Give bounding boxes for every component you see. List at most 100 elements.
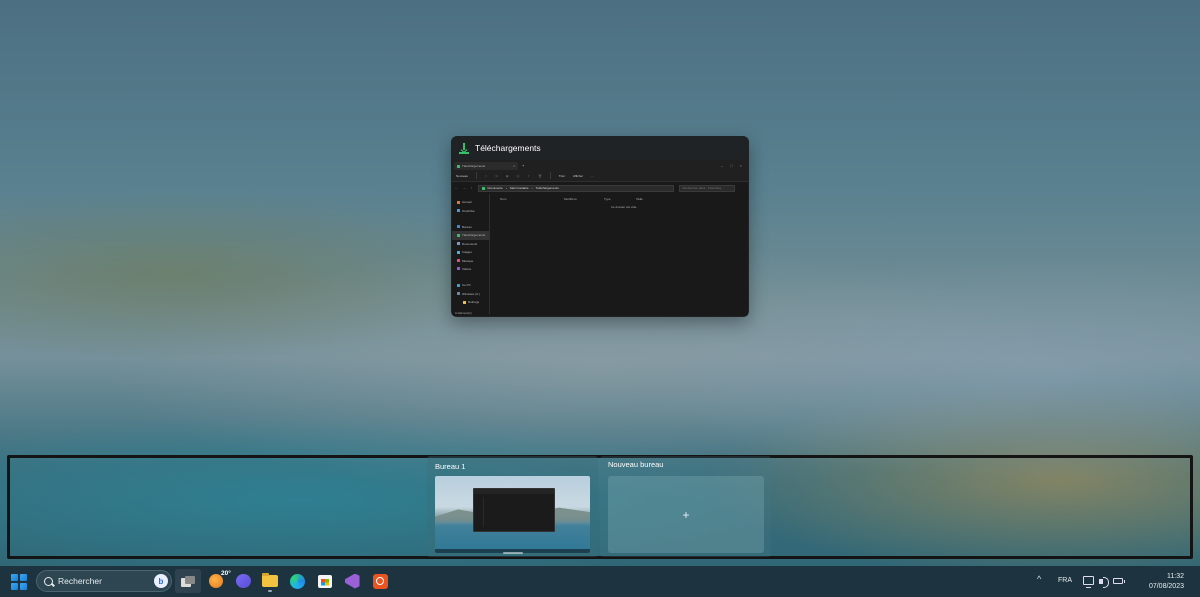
toolbar-separator [476, 172, 478, 179]
cut-icon: ✂ [485, 173, 488, 178]
breadcrumb-item: Téléchargements [535, 186, 559, 190]
explorer-nav-pane: Accueil OneDrive Bureau Téléchargements … [452, 194, 490, 314]
home-icon [457, 200, 460, 204]
desktop-drag-handle[interactable] [503, 552, 523, 554]
document-icon [457, 242, 460, 246]
breadcrumb-item: Saint Geslaire [509, 186, 529, 190]
nav-item-home: Accueil [452, 198, 489, 206]
store-icon [318, 574, 332, 588]
column-type: Type [604, 197, 611, 201]
battery-icon[interactable] [1113, 578, 1125, 584]
nav-item-label: Téléchargements [462, 233, 486, 238]
nav-item-label: Documents [462, 241, 478, 246]
weather-widget-button[interactable]: 20° [203, 569, 231, 593]
folder-icon [262, 573, 278, 587]
explorer-search-field: Rechercher dans : Télécharg... [678, 184, 735, 192]
cloud-icon [457, 209, 460, 213]
new-button: Nouveau [456, 173, 469, 178]
window-preview-title: Téléchargements [475, 143, 541, 153]
nav-item-label: Ce PC [462, 283, 471, 288]
explorer-window-preview[interactable]: Téléchargements Téléchargements × + – □ … [451, 136, 749, 317]
toolbar-separator [549, 172, 551, 179]
drive-icon [457, 292, 460, 296]
volume-icon[interactable] [1099, 577, 1109, 588]
nav-item-label: OneDrive [462, 208, 475, 213]
window-preview-header: Téléchargements [451, 136, 749, 160]
picture-icon [457, 250, 460, 254]
explorer-tabbar: Téléchargements × + – □ × [452, 160, 748, 170]
view-button: Afficher [572, 173, 584, 178]
download-icon [457, 164, 460, 168]
weather-icon: 20° [209, 570, 231, 588]
empty-folder-message: Ce dossier est vide. [610, 205, 638, 209]
desktop-1-thumbnail[interactable]: Bureau 1 [427, 456, 598, 557]
breadcrumb-separator: › [531, 186, 533, 190]
explorer-address-row: ← → ↑ Documents › Saint Geslaire › Téléc… [452, 182, 748, 194]
close-icon: × [739, 163, 742, 168]
explorer-file-list: Nom Modifié le Type Taille Ce dossier es… [490, 194, 748, 314]
computer-icon [457, 283, 460, 287]
ubuntu-icon [372, 573, 388, 589]
nav-item-desktop: Bureau [452, 223, 489, 231]
nav-item-downloads: Téléchargements [452, 231, 489, 240]
close-tab-icon: × [513, 164, 515, 168]
store-button[interactable] [312, 569, 338, 593]
ubuntu-button[interactable] [367, 569, 393, 593]
explorer-body: Accueil OneDrive Bureau Téléchargements … [452, 194, 748, 314]
new-desktop-button[interactable]: + [608, 476, 764, 553]
breadcrumb-item: Documents [487, 186, 503, 190]
clock-time: 11:32 [1167, 573, 1184, 580]
file-list-header: Nom Modifié le Type Taille [500, 196, 748, 202]
chat-app-button[interactable] [230, 569, 256, 593]
start-button[interactable] [11, 574, 27, 590]
chat-icon [235, 574, 251, 588]
network-icon[interactable] [1083, 576, 1094, 588]
task-view-button[interactable] [175, 569, 201, 593]
rename-icon: Ⓐ [516, 173, 520, 178]
desktop-1-label: Bureau 1 [435, 462, 466, 471]
breadcrumb-separator: › [505, 186, 507, 190]
download-icon [481, 186, 485, 190]
search-placeholder: Rechercher [58, 576, 102, 586]
music-icon [457, 259, 460, 263]
share-icon: ⇪ [527, 173, 531, 178]
taskbar-clock[interactable]: 11:32 07/08/2023 [1144, 572, 1184, 592]
mini-window-sidebar [474, 497, 484, 527]
explorer-tab: Téléchargements × [454, 162, 518, 170]
show-hidden-icons-chevron-icon[interactable]: ^ [1037, 574, 1049, 586]
input-language-indicator[interactable]: FRA [1058, 577, 1072, 584]
delete-icon: 🗑 [538, 173, 542, 178]
paste-icon: ▣ [505, 173, 509, 178]
nav-item-label: Bureau [462, 224, 472, 229]
task-view-icon [181, 575, 195, 587]
file-explorer-button[interactable] [257, 569, 283, 593]
new-desktop-tile[interactable]: Nouveau bureau + [600, 456, 771, 557]
nav-item-label: Vidéos [462, 266, 472, 271]
windows-logo-tile [19, 574, 27, 581]
explorer-tab-label: Téléchargements [462, 164, 486, 168]
nav-item-documents: Documents [452, 240, 489, 248]
address-bar: Documents › Saint Geslaire › Téléchargem… [477, 184, 674, 192]
nav-item-onedrive: OneDrive [452, 206, 489, 214]
windows-logo-tile [11, 574, 18, 581]
windows-logo-tile [19, 582, 27, 590]
copy-icon: ⧉ [495, 173, 498, 178]
edge-button[interactable] [284, 569, 310, 593]
taskbar-search-box[interactable]: Rechercher b [36, 570, 172, 592]
sort-button: Trier [558, 173, 565, 178]
explorer-toolbar: Nouveau ✂ ⧉ ▣ Ⓐ ⇪ 🗑 Trier Afficher ··· [452, 170, 748, 182]
mini-window-titlebar [474, 489, 554, 494]
back-icon: ← [455, 186, 458, 190]
download-icon [459, 142, 469, 154]
nav-item-label: Ruthogs [468, 300, 480, 305]
column-size: Taille [636, 197, 643, 201]
nav-item-videos: Vidéos [452, 265, 489, 273]
visual-studio-button[interactable] [339, 569, 365, 593]
plus-icon: + [682, 507, 690, 522]
window-controls: – □ × [721, 163, 742, 168]
nav-item-music: Musique [452, 256, 489, 264]
maximize-icon: □ [730, 163, 733, 168]
nav-item-drive-c: Windows (C:) [452, 290, 489, 298]
